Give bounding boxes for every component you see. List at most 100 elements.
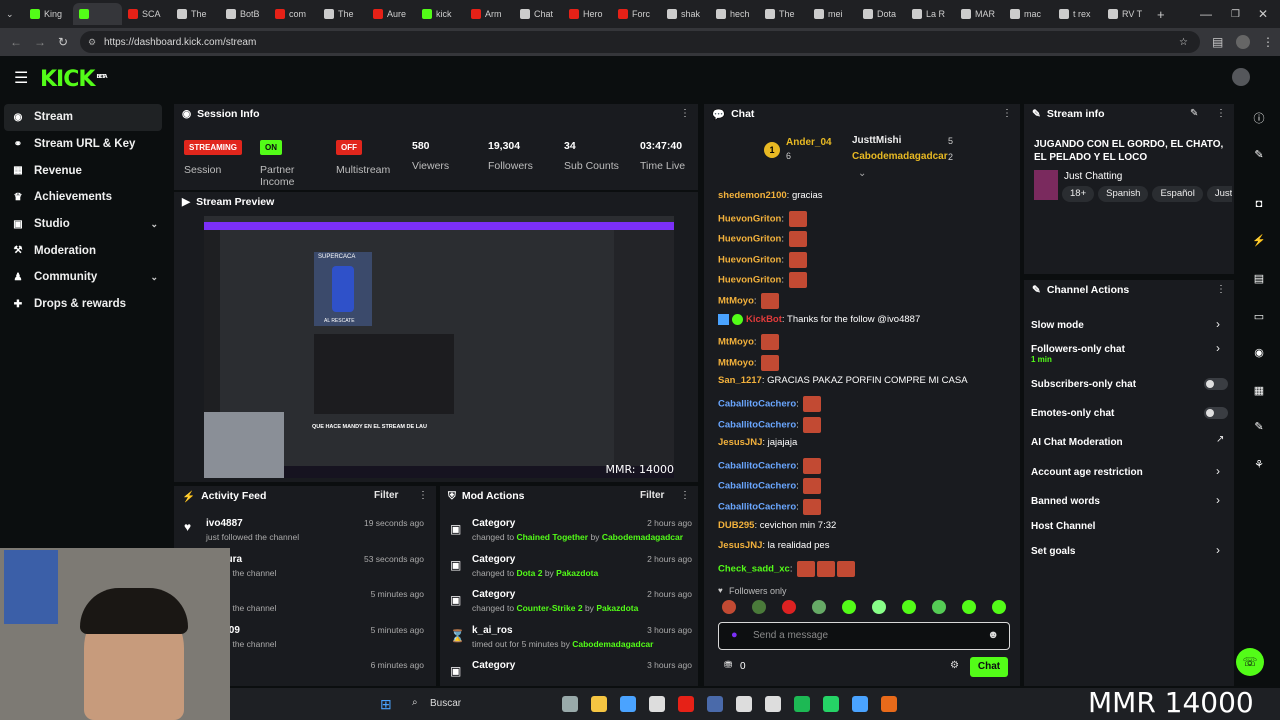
sidebar-item-drops-rewards[interactable]: ✚ Drops & rewards [0, 291, 170, 318]
mod-action-user[interactable]: Cabodemadagadcar [602, 532, 683, 542]
taskbar-app-icon[interactable] [649, 696, 665, 712]
windows-start-icon[interactable]: ⊞ [380, 696, 392, 713]
chat-username[interactable]: HuevonGriton [718, 254, 781, 265]
browser-tab[interactable]: SCA [122, 3, 171, 25]
mod-filter-button[interactable]: Filter [640, 490, 664, 501]
browser-tab[interactable]: The [318, 3, 367, 25]
taskbar-app-icon[interactable] [823, 696, 839, 712]
toggle-switch[interactable] [1204, 378, 1228, 390]
chat-username[interactable]: MtMoyo [718, 337, 754, 348]
browser-tab[interactable]: La R [906, 3, 955, 25]
browser-tab[interactable]: MAR [955, 3, 1004, 25]
layout-icon[interactable]: ▦ [1248, 384, 1270, 404]
taskbar-app-icon[interactable] [765, 696, 781, 712]
chat-username[interactable]: CaballitoCachero [718, 502, 796, 513]
chat-settings-icon[interactable]: ⚙ [950, 660, 959, 671]
browser-menu-icon[interactable]: ⋮ [1262, 35, 1274, 49]
pencil-icon[interactable]: ✎ [1248, 148, 1270, 168]
close-window-button[interactable]: ✕ [1258, 7, 1268, 21]
more-options-icon[interactable]: ⋮ [680, 108, 690, 119]
chevron-right-icon[interactable]: › [1216, 543, 1220, 557]
chat-username[interactable]: CaballitoCachero [718, 399, 796, 410]
sidebar-item-community[interactable]: ♟ Community ⌄ [0, 264, 170, 291]
mod-action-user[interactable]: Cabodemadagadcar [572, 639, 653, 649]
chat-username[interactable]: CaballitoCachero [718, 460, 796, 471]
browser-tab[interactable]: BotB [220, 3, 269, 25]
taskbar-app-icon[interactable] [591, 696, 607, 712]
mod-action-target[interactable]: Dota 2 [516, 568, 542, 578]
external-link-icon[interactable]: ↗ [1216, 434, 1224, 445]
mod-action-user[interactable]: Pakazdota [556, 568, 598, 578]
url-input[interactable]: ⚙ https://dashboard.kick.com/stream ☆ [80, 31, 1200, 53]
browser-tab[interactable]: The [171, 3, 220, 25]
mod-action-target[interactable]: Counter-Strike 2 [516, 603, 582, 613]
mod-action-target[interactable]: Chained Together [516, 532, 588, 542]
chat-username[interactable]: MtMoyo [718, 296, 754, 307]
chat-username[interactable]: MtMoyo [718, 357, 754, 368]
chat-username[interactable]: HuevonGriton [718, 275, 781, 286]
maximize-button[interactable]: ❐ [1231, 9, 1240, 20]
sidebar-item-achievements[interactable]: ♛ Achievements [0, 184, 170, 211]
browser-tab[interactable]: Aure [367, 3, 416, 25]
focus-icon[interactable]: ◘ [1248, 198, 1270, 218]
browser-tab[interactable] [73, 3, 122, 25]
share-icon[interactable]: ⚘ [1248, 458, 1270, 478]
browser-tab[interactable]: com [269, 3, 318, 25]
taskbar-app-icon[interactable] [852, 696, 868, 712]
hamburger-menu-icon[interactable]: ☰ [14, 68, 28, 88]
emote-button[interactable] [842, 600, 856, 614]
more-options-icon[interactable]: ⋮ [418, 490, 428, 501]
taskbar-app-icon[interactable] [881, 696, 897, 712]
browser-tab[interactable]: mac [1004, 3, 1053, 25]
taskbar-app-icon[interactable] [794, 696, 810, 712]
chat-username[interactable]: shedemon2100 [718, 190, 787, 201]
toggle-switch[interactable] [1204, 407, 1228, 419]
emote-button[interactable] [962, 600, 976, 614]
chevron-down-icon[interactable]: ⌄ [150, 219, 158, 230]
chat-send-button[interactable]: Chat [970, 657, 1008, 677]
back-icon[interactable]: ← [10, 35, 22, 49]
wrench-icon[interactable]: ✎ [1248, 420, 1270, 440]
taskbar-app-icon[interactable] [707, 696, 723, 712]
chevron-down-icon[interactable]: ⌄ [150, 272, 158, 283]
chevron-right-icon[interactable]: › [1216, 493, 1220, 507]
activity-filter-button[interactable]: Filter [374, 490, 398, 501]
browser-tab[interactable]: hech [710, 3, 759, 25]
site-info-icon[interactable]: ⚙ [88, 37, 96, 48]
chat-username[interactable]: DUB295 [718, 520, 754, 531]
chevron-right-icon[interactable]: › [1216, 464, 1220, 478]
mod-action-user[interactable]: Pakazdota [596, 603, 638, 613]
browser-tab[interactable]: RV T [1102, 3, 1151, 25]
chat-username[interactable]: San_1217 [718, 375, 762, 386]
browser-tab[interactable]: The [759, 3, 808, 25]
chat-username[interactable]: CaballitoCachero [718, 419, 796, 430]
emote-button[interactable] [932, 600, 946, 614]
reload-icon[interactable]: ↻ [58, 35, 68, 49]
sidebar-item-stream[interactable]: ◉ Stream [4, 104, 162, 131]
chevron-right-icon[interactable]: › [1216, 341, 1220, 355]
chat-username[interactable]: CaballitoCachero [718, 481, 796, 492]
bookmark-star-icon[interactable]: ☆ [1179, 37, 1188, 48]
minimize-button[interactable]: — [1200, 7, 1212, 21]
profile-avatar[interactable] [1236, 35, 1250, 49]
user-avatar[interactable] [1232, 68, 1250, 86]
sidebar-item-revenue[interactable]: ▦ Revenue [0, 157, 170, 184]
emote-button[interactable] [812, 600, 826, 614]
list-icon[interactable]: ▤ [1248, 272, 1270, 292]
tab-list-icon[interactable]: ⌄ [6, 9, 24, 20]
chat-input[interactable]: ● Send a message ☻ [718, 622, 1010, 650]
broadcast-icon[interactable]: ◉ [1248, 346, 1270, 366]
bolt-icon[interactable]: ⚡ [1248, 234, 1270, 254]
chat-username[interactable]: KickBot [746, 314, 782, 325]
emote-button[interactable] [782, 600, 796, 614]
chat-username[interactable]: JesusJNJ [718, 437, 762, 448]
stream-tag[interactable]: Spanish [1098, 186, 1149, 202]
taskbar-app-icon[interactable] [678, 696, 694, 712]
stream-tag[interactable]: Justo [1206, 186, 1232, 202]
browser-tab[interactable]: Dota [857, 3, 906, 25]
sidebar-item-stream-url-key[interactable]: ⚭ Stream URL & Key [0, 131, 170, 158]
browser-tab[interactable]: Forc [612, 3, 661, 25]
taskbar-app-icon[interactable] [562, 696, 578, 712]
browser-tab[interactable]: King [24, 3, 73, 25]
more-options-icon[interactable]: ⋮ [1002, 108, 1012, 119]
